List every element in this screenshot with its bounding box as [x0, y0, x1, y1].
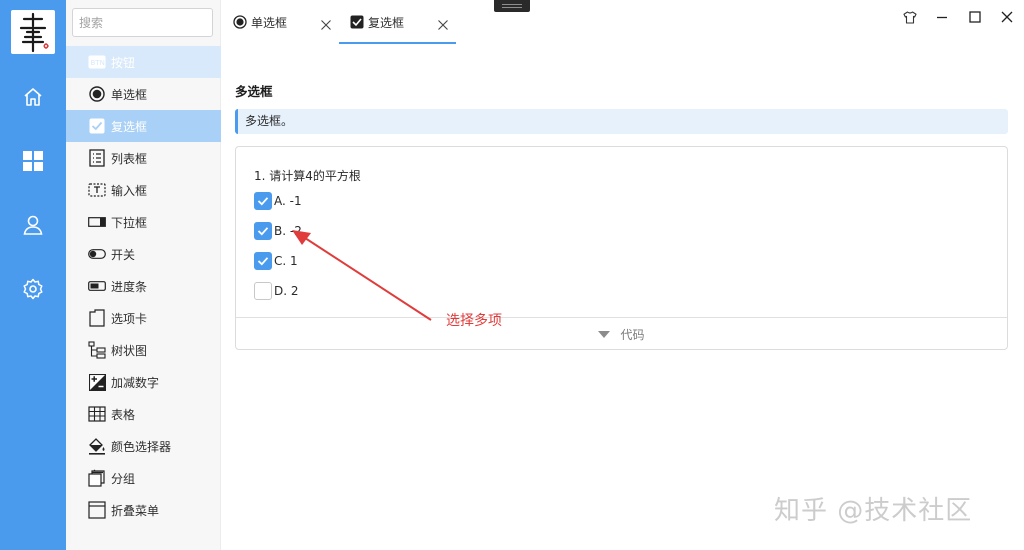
annotation-label: 选择多项 — [446, 313, 502, 329]
app-window: BTN 按钮 单选框 复选框 列表框 输入框 下拉框 — [0, 0, 1024, 550]
annotation-arrow-icon — [292, 230, 432, 321]
watermark: 知乎 @技术社区 — [774, 496, 973, 526]
